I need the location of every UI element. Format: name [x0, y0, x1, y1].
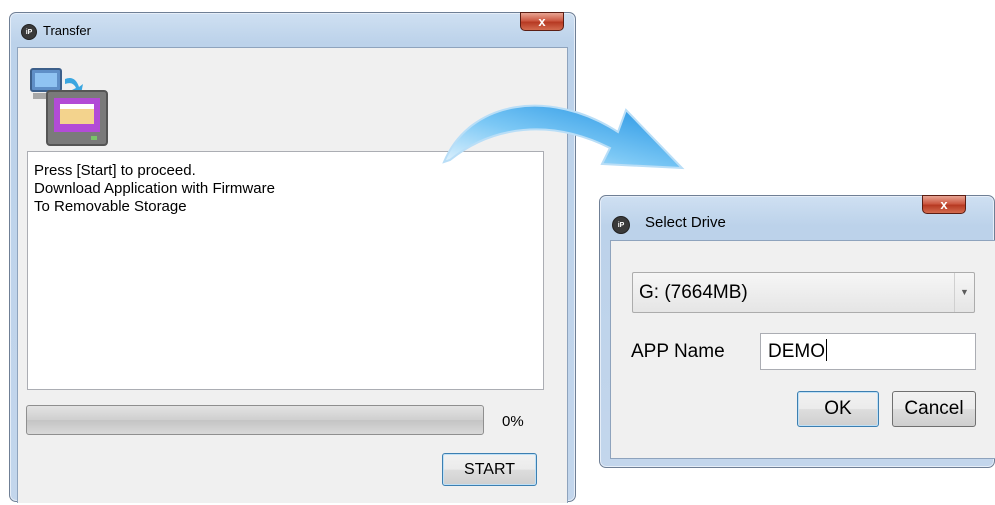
app-logo-icon: iP [21, 24, 37, 40]
ok-button[interactable]: OK [797, 391, 879, 427]
text-caret [826, 339, 827, 361]
progress-percent: 0% [502, 413, 524, 430]
transfer-close-button[interactable]: x [520, 12, 564, 31]
drive-dropdown-value: G: (7664MB) [639, 282, 748, 303]
transfer-title: Transfer [43, 23, 91, 38]
close-icon: x [538, 14, 546, 29]
select-drive-window: iP Select Drive x [599, 195, 995, 468]
progress-bar [26, 405, 484, 435]
transfer-titlebar[interactable]: iP Transfer x [10, 12, 575, 47]
app-name-input[interactable]: DEMO [760, 333, 976, 370]
app-name-value: DEMO [768, 341, 825, 362]
start-button[interactable]: START [442, 453, 537, 486]
cancel-button[interactable]: Cancel [892, 391, 976, 427]
select-drive-titlebar[interactable]: iP Select Drive x [600, 195, 994, 234]
close-icon: x [940, 197, 948, 212]
select-drive-title: Select Drive [645, 214, 726, 231]
app-logo-icon: iP [612, 216, 630, 234]
select-drive-close-button[interactable]: x [922, 195, 966, 214]
chevron-down-icon[interactable]: ▼ [954, 273, 974, 312]
transfer-icon [30, 68, 108, 146]
drive-dropdown[interactable]: G: (7664MB) ▼ [632, 272, 975, 313]
app-name-label: APP Name [631, 341, 725, 362]
